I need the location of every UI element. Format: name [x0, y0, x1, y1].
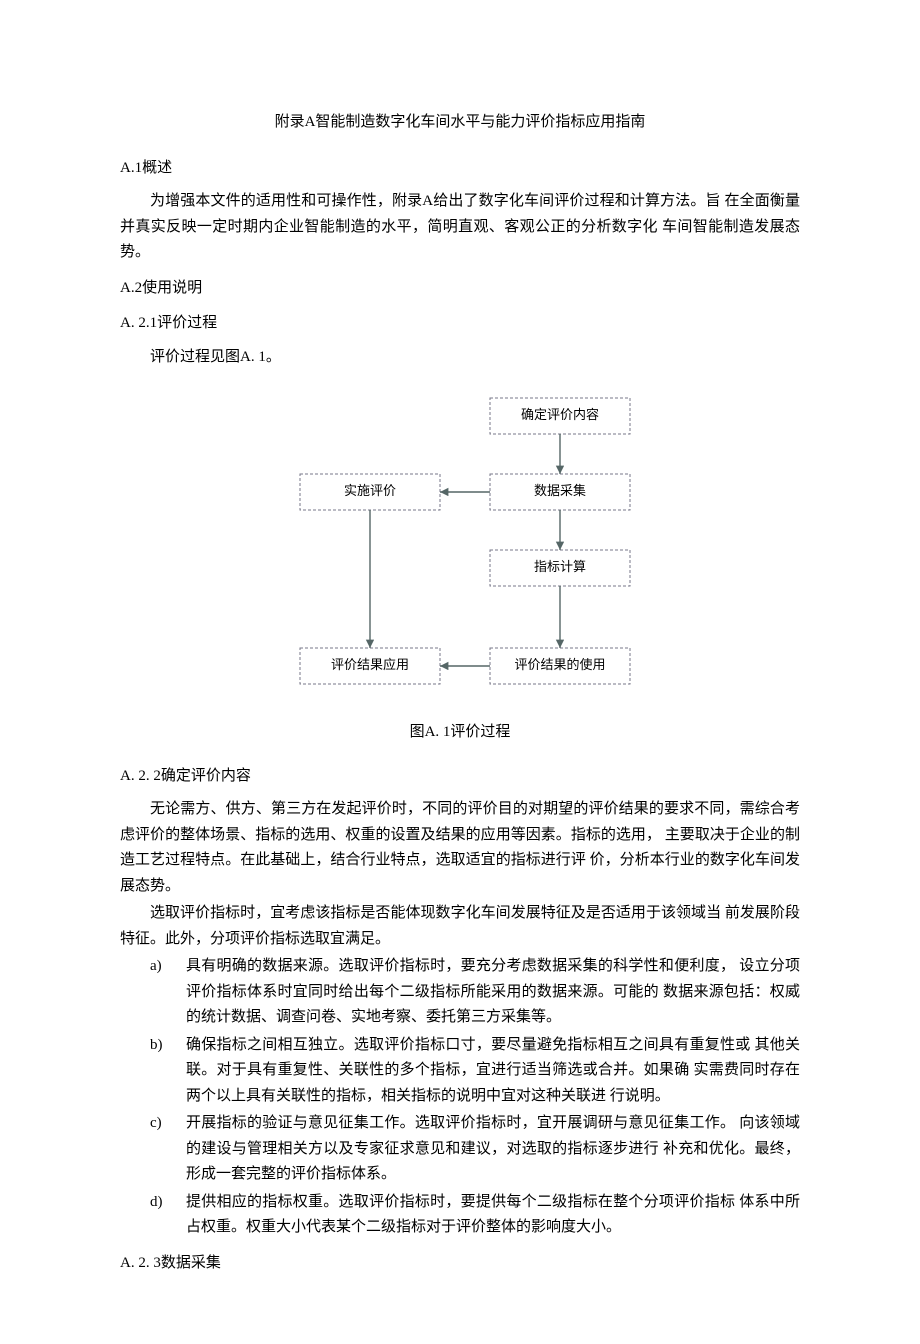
diagram-svg: .box { fill:#fff; stroke:#778; stroke-wi… [250, 388, 670, 708]
document-title: 附录A智能制造数字化车间水平与能力评价指标应用指南 [120, 110, 800, 136]
section-a1-heading: A.1概述 [120, 156, 800, 182]
list-item-text: 提供相应的指标权重。选取评价指标时，要提供每个二级指标在整个分项评价指标 体系中… [186, 1194, 800, 1236]
diagram-box-data-collection: 数据采集 [534, 483, 586, 498]
list-item-marker: c) [150, 1111, 162, 1137]
section-a2-2-p2: 选取评价指标时，宜考虑该指标是否能体现数字化车间发展特征及是否适用于该领域当 前… [120, 901, 800, 952]
diagram-box-determine-content: 确定评价内容 [521, 407, 599, 422]
list-item-text: 具有明确的数据来源。选取评价指标时，要充分考虑数据采集的科学性和便利度， 设立分… [186, 958, 800, 1025]
list-item-text: 确保指标之间相互独立。选取评价指标口寸，要尽量避免指标相互之间具有重复性或 其他… [186, 1037, 800, 1104]
list-item-text: 开展指标的验证与意见征集工作。选取评价指标时，宜开展调研与意见征集工作。 向该领… [186, 1115, 800, 1182]
diagram-caption: 图A. 1评价过程 [120, 720, 800, 746]
list-item-marker: d) [150, 1190, 163, 1216]
page: 附录A智能制造数字化车间水平与能力评价指标应用指南 A.1概述 为增强本文件的适… [0, 0, 920, 1344]
section-a2-heading: A.2使用说明 [120, 276, 800, 302]
section-a2-3-heading: A. 2. 3数据采集 [120, 1251, 800, 1277]
diagram-box-application: 评价结果应用 [331, 657, 409, 672]
section-a2-2-heading: A. 2. 2确定评价内容 [120, 764, 800, 790]
diagram-box-implement-evaluation: 实施评价 [344, 483, 396, 498]
section-a2-2-p1: 无论需方、供方、第三方在发起评价时，不同的评价目的对期望的评价结果的要求不同，需… [120, 797, 800, 899]
section-a2-1-body: 评价过程见图A. 1。 [120, 345, 800, 371]
section-a1-body: 为增强本文件的适用性和可操作性，附录A给出了数字化车间评价过程和计算方法。旨 在… [120, 189, 800, 266]
list-item-marker: a) [150, 954, 162, 980]
list-item: b) 确保指标之间相互独立。选取评价指标口寸，要尽量避免指标相互之间具有重复性或 … [150, 1033, 800, 1110]
evaluation-process-diagram: .box { fill:#fff; stroke:#778; stroke-wi… [120, 388, 800, 708]
diagram-box-indicator-calculation: 指标计算 [534, 559, 586, 574]
section-a2-1-heading: A. 2.1评价过程 [120, 311, 800, 337]
diagram-box-result-use: 评价结果的使用 [514, 657, 605, 672]
list-item-marker: b) [150, 1033, 163, 1059]
list-item: d) 提供相应的指标权重。选取评价指标时，要提供每个二级指标在整个分项评价指标 体… [150, 1190, 800, 1241]
section-a2-2-list: a) 具有明确的数据来源。选取评价指标时，要充分考虑数据采集的科学性和便利度， 设… [150, 954, 800, 1241]
list-item: a) 具有明确的数据来源。选取评价指标时，要充分考虑数据采集的科学性和便利度， 设… [150, 954, 800, 1031]
list-item: c) 开展指标的验证与意见征集工作。选取评价指标时，宜开展调研与意见征集工作。 向… [150, 1111, 800, 1188]
